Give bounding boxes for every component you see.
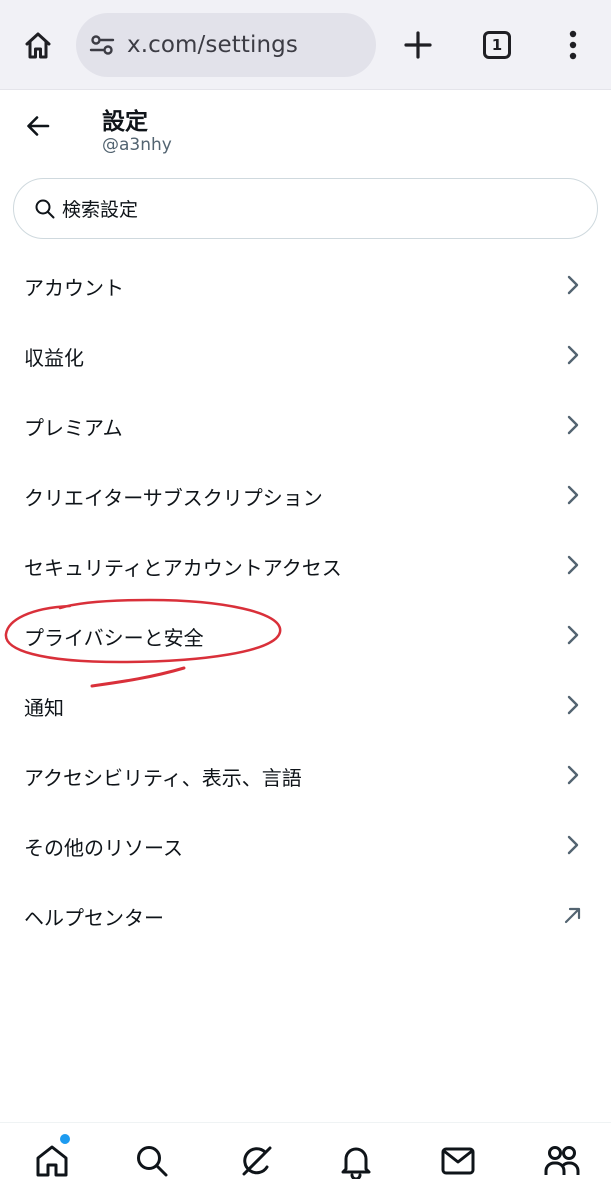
settings-item-help-center[interactable]: ヘルプセンター [0, 880, 611, 950]
chevron-right-icon [567, 695, 579, 715]
tab-count-icon: 1 [483, 31, 511, 59]
settings-item-security[interactable]: セキュリティとアカウントアクセス [0, 530, 611, 600]
browser-toolbar: x.com/settings 1 [0, 0, 611, 90]
settings-item-account[interactable]: アカウント [0, 250, 611, 320]
settings-item-premium[interactable]: プレミアム [0, 390, 611, 460]
arrow-left-icon [27, 116, 50, 136]
plus-icon [404, 31, 432, 59]
user-handle: @a3nhy [102, 135, 172, 155]
grok-icon [242, 1146, 272, 1176]
settings-item-privacy-safety[interactable]: プライバシーと安全 [0, 600, 611, 670]
settings-list: アカウント 収益化 プレミアム クリエイターサブスクリプション セキュリティとア… [0, 250, 611, 950]
notification-dot [60, 1134, 70, 1144]
settings-item-monetization[interactable]: 収益化 [0, 320, 611, 390]
browser-home-button[interactable] [14, 22, 62, 70]
bottom-navigation [0, 1122, 611, 1200]
chevron-right-icon [567, 555, 579, 575]
chevron-right-icon [567, 415, 579, 435]
back-button[interactable] [16, 104, 60, 148]
search-icon [137, 1146, 168, 1177]
chevron-right-icon [567, 485, 579, 505]
settings-item-label: プレミアム [24, 416, 123, 440]
search-input[interactable]: 検索設定 [62, 195, 138, 222]
settings-item-label: 収益化 [24, 346, 84, 370]
chevron-right-icon [567, 625, 579, 645]
home-icon [25, 32, 51, 59]
nav-messages[interactable] [436, 1139, 480, 1183]
more-vert-icon [569, 30, 577, 60]
nav-home[interactable] [30, 1139, 74, 1183]
chevron-right-icon [567, 835, 579, 855]
settings-search-field[interactable]: 検索設定 [13, 178, 598, 239]
chevron-right-icon [567, 345, 579, 365]
settings-item-label: アクセシビリティ、表示、言語 [24, 766, 302, 790]
chevron-right-icon [567, 765, 579, 785]
settings-item-label: クリエイターサブスクリプション [24, 486, 323, 510]
nav-communities[interactable] [540, 1139, 584, 1183]
tab-count: 1 [491, 36, 503, 54]
browser-menu-button[interactable] [550, 22, 596, 68]
site-settings-icon[interactable] [88, 31, 116, 59]
home-icon [36, 1145, 68, 1177]
communities-icon [544, 1146, 580, 1175]
settings-item-label: 通知 [24, 696, 64, 720]
settings-item-additional-resources[interactable]: その他のリソース [0, 810, 611, 880]
settings-item-accessibility[interactable]: アクセシビリティ、表示、言語 [0, 740, 611, 810]
settings-item-label: その他のリソース [24, 836, 183, 860]
nav-grok[interactable] [234, 1139, 278, 1183]
settings-item-label: アカウント [24, 276, 124, 300]
new-tab-button[interactable] [395, 22, 441, 68]
page-title: 設定 [102, 109, 148, 135]
external-link-icon [564, 907, 581, 924]
chevron-right-icon [567, 275, 579, 295]
settings-item-label: プライバシーと安全 [24, 626, 204, 650]
nav-explore[interactable] [130, 1139, 174, 1183]
notifications-icon [341, 1147, 371, 1179]
settings-item-label: セキュリティとアカウントアクセス [24, 556, 342, 580]
search-icon [35, 199, 55, 218]
address-bar[interactable]: x.com/settings [76, 13, 376, 77]
settings-item-notifications[interactable]: 通知 [0, 670, 611, 740]
settings-item-label: ヘルプセンター [24, 906, 164, 930]
nav-notifications[interactable] [334, 1139, 378, 1183]
messages-icon [441, 1147, 475, 1175]
url-text[interactable]: x.com/settings [127, 32, 298, 58]
settings-item-creator-subscriptions[interactable]: クリエイターサブスクリプション [0, 460, 611, 530]
tab-switcher-button[interactable]: 1 [474, 22, 520, 68]
